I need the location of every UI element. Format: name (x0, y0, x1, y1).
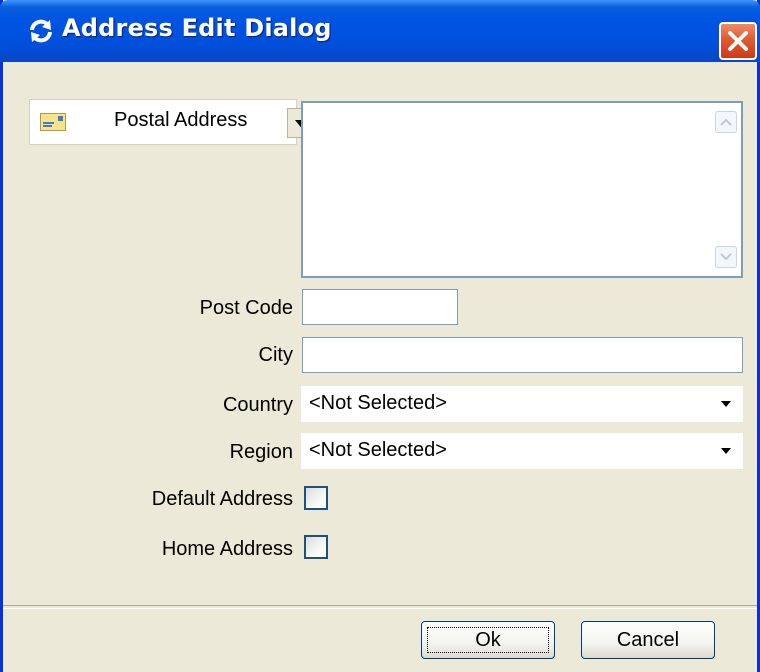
default-address-checkbox[interactable] (304, 486, 328, 510)
cancel-button[interactable]: Cancel (581, 621, 715, 659)
region-select[interactable]: <Not Selected> (301, 433, 743, 469)
title-bar: Address Edit Dialog (0, 0, 760, 62)
home-address-checkbox[interactable] (304, 535, 328, 559)
city-input[interactable] (302, 337, 743, 373)
region-label: Region (229, 441, 293, 463)
address-edit-dialog: Address Edit Dialog Postal Address Post … (0, 0, 760, 672)
default-address-label: Default Address (151, 488, 293, 510)
scroll-down-button[interactable] (715, 246, 737, 268)
refresh-arrows-icon (28, 18, 54, 44)
address-textarea[interactable] (301, 101, 743, 278)
window-title: Address Edit Dialog (62, 14, 332, 42)
chevron-down-icon[interactable] (713, 393, 739, 415)
country-select[interactable]: <Not Selected> (301, 386, 743, 422)
city-label: City (258, 344, 293, 366)
ok-button[interactable]: Ok (421, 621, 555, 659)
post-code-label: Post Code (199, 297, 293, 319)
region-selected-value: <Not Selected> (309, 439, 447, 461)
scroll-up-button[interactable] (715, 111, 737, 133)
footer-divider (3, 605, 757, 609)
envelope-icon (40, 113, 66, 137)
chevron-down-icon[interactable] (713, 440, 739, 462)
post-code-input[interactable] (302, 289, 458, 325)
close-button[interactable] (719, 22, 757, 60)
country-selected-value: <Not Selected> (309, 392, 447, 414)
address-type-selector[interactable]: Postal Address (29, 99, 315, 145)
home-address-label: Home Address (161, 538, 293, 560)
country-label: Country (222, 394, 293, 416)
address-scrollbar[interactable] (711, 103, 741, 276)
address-type-label: Postal Address (114, 109, 248, 131)
